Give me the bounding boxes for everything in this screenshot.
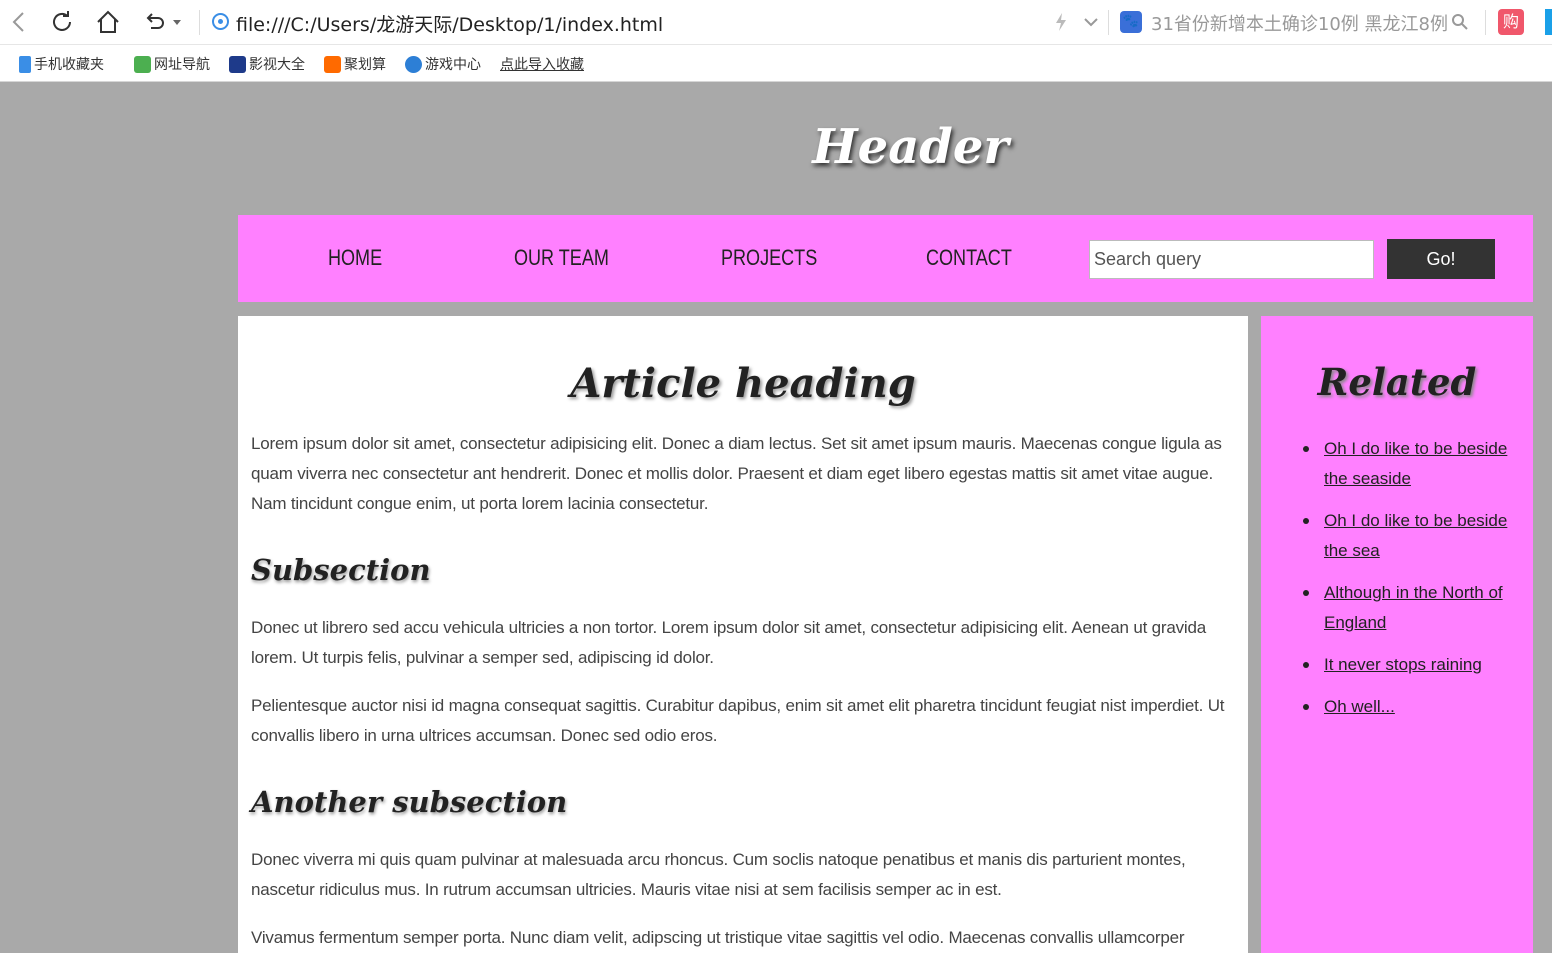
shopping-icon[interactable]: 购 <box>1498 9 1524 35</box>
undo-dropdown-icon[interactable] <box>168 8 186 36</box>
bookmarks-bar: 手机收藏夹 网址导航 影视大全 聚划算 游戏中心 点此导入收藏 <box>0 45 1552 82</box>
bookmark-label: 点此导入收藏 <box>500 57 584 73</box>
extension-icon[interactable] <box>1545 9 1552 35</box>
related-sidebar: Related Oh I do like to be beside the se… <box>1261 316 1533 953</box>
article-paragraph: Donec viverra mi quis quam pulvinar at m… <box>251 850 1186 899</box>
another-subsection-heading: Another subsection <box>251 785 568 819</box>
page-header: Header <box>238 95 1533 205</box>
toolbar-divider <box>1108 10 1109 35</box>
nav-link-contact[interactable]: CONTACT <box>926 245 1012 271</box>
video-icon <box>229 55 246 73</box>
phone-icon <box>19 55 31 73</box>
subsection-heading: Subsection <box>251 553 431 587</box>
refresh-icon[interactable] <box>47 8 77 36</box>
related-item: It never stops raining <box>1301 650 1515 680</box>
related-list: Oh I do like to be beside the seaside Oh… <box>1261 434 1533 722</box>
toolbar-divider <box>199 10 200 35</box>
page-title: Header <box>812 119 1009 175</box>
bookmark-videos[interactable]: 影视大全 <box>229 54 305 74</box>
undo-close-tab-icon[interactable] <box>140 8 170 36</box>
related-link[interactable]: Oh well... <box>1324 697 1395 716</box>
go-button[interactable]: Go! <box>1387 239 1495 279</box>
home-icon[interactable] <box>93 8 123 36</box>
related-item: Oh I do like to be beside the sea <box>1301 506 1515 566</box>
back-icon[interactable] <box>4 8 34 36</box>
bookmark-import[interactable]: 点此导入收藏 <box>500 54 584 74</box>
related-link[interactable]: Although in the North of England <box>1324 583 1503 632</box>
related-item: Oh well... <box>1301 692 1515 722</box>
nav-link-projects[interactable]: PROJECTS <box>721 245 817 271</box>
bookmark-web-nav[interactable]: 网址导航 <box>134 54 210 74</box>
related-item: Oh I do like to be beside the seaside <box>1301 434 1515 494</box>
related-link[interactable]: It never stops raining <box>1324 655 1482 674</box>
address-dropdown-icon[interactable] <box>1076 8 1106 36</box>
address-bar[interactable]: file:///C:/Users/龙游天际/Desktop/1/index.ht… <box>236 10 663 37</box>
security-shield-icon[interactable] <box>212 13 229 30</box>
bookmark-label: 影视大全 <box>249 57 305 73</box>
bookmark-label: 网址导航 <box>154 57 210 73</box>
related-link[interactable]: Oh I do like to be beside the sea <box>1324 511 1507 560</box>
article-paragraph: Vivamus fermentum semper porta. Nunc dia… <box>251 928 1185 947</box>
bookmark-mobile-favorites[interactable]: 手机收藏夹 <box>19 54 104 74</box>
taobao-icon <box>324 55 341 73</box>
search-input[interactable] <box>1089 240 1374 279</box>
nav-link-our-team[interactable]: OUR TEAM <box>514 245 609 271</box>
related-item: Although in the North of England <box>1301 578 1515 638</box>
article-paragraph: Pelientesque auctor nisi id magna conseq… <box>251 696 1225 745</box>
browser-toolbar: file:///C:/Users/龙游天际/Desktop/1/index.ht… <box>0 0 1552 45</box>
search-icon[interactable] <box>1445 8 1475 36</box>
bookmark-label: 手机收藏夹 <box>34 57 104 73</box>
related-link[interactable]: Oh I do like to be beside the seaside <box>1324 439 1507 488</box>
game-icon <box>405 55 422 73</box>
toolbar-divider <box>1485 10 1486 35</box>
bookmark-game-center[interactable]: 游戏中心 <box>405 54 481 74</box>
main-nav: HOME OUR TEAM PROJECTS CONTACT Go! <box>238 215 1533 302</box>
article-paragraph: Lorem ipsum dolor sit amet, consectetur … <box>251 434 1222 513</box>
article-paragraph: Donec ut librero sed accu vehicula ultri… <box>251 618 1206 667</box>
article: Article heading Lorem ipsum dolor sit am… <box>238 316 1248 953</box>
nav-2345-icon <box>134 55 151 73</box>
news-ticker[interactable]: 31省份新增本土确诊10例 黑龙江8例 <box>1151 10 1448 36</box>
lightning-icon[interactable] <box>1046 8 1076 36</box>
bookmark-label: 游戏中心 <box>425 57 481 73</box>
bookmark-label: 聚划算 <box>344 57 386 73</box>
nav-link-home[interactable]: HOME <box>328 245 382 271</box>
bookmark-juhuasuan[interactable]: 聚划算 <box>324 54 386 74</box>
baidu-paw-icon[interactable]: 🐾 <box>1120 11 1142 33</box>
related-heading: Related <box>1317 360 1477 404</box>
article-heading: Article heading <box>570 360 916 407</box>
